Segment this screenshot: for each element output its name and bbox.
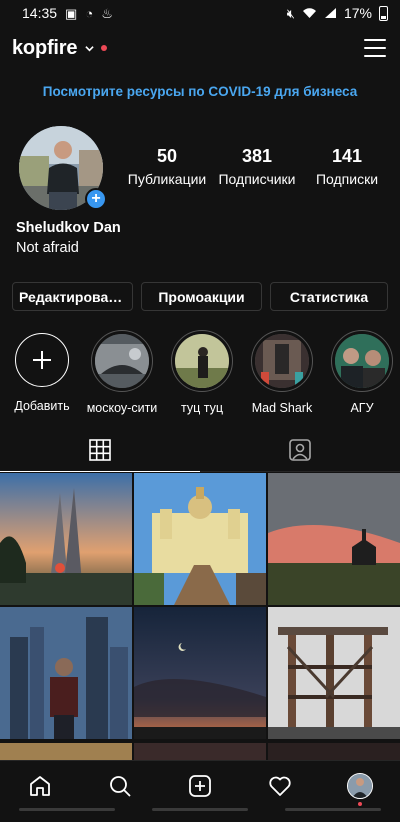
notification-dot [358,801,362,806]
posts-grid [0,473,400,739]
notification-icon: ♨ [101,5,113,21]
system-nav-bar [0,808,400,818]
new-post-icon [189,774,211,797]
highlight-cover [95,334,149,388]
insights-button[interactable]: Статистика [270,282,388,311]
tab-posts-grid[interactable] [0,428,200,472]
stat-followers-count: 381 [241,146,273,166]
nav-profile[interactable] [320,761,400,811]
image-notification-icon: ▣ [65,5,78,21]
stat-posts-label: Публикации [127,171,207,187]
edit-profile-label: Редактировать профиль [19,288,126,305]
system-nav-handle[interactable] [151,808,248,811]
tab-tagged[interactable] [200,428,400,471]
stat-posts-count: 50 [156,146,178,166]
stat-followers[interactable]: 381 Подписчики [212,146,302,187]
profile-bio: Not afraid [16,240,79,256]
highlight-item[interactable]: москоу-сити [82,330,162,415]
stat-following[interactable]: 141 Подписки [302,146,392,187]
menu-button[interactable] [364,39,386,57]
search-icon [110,775,131,797]
activity-heart-icon [269,776,291,796]
post-thumbnail[interactable] [268,743,400,760]
nav-activity[interactable] [240,761,320,811]
home-icon [30,775,50,796]
battery-percent: 17% [343,5,372,21]
profile-header: kopfire [0,30,400,66]
post-thumbnail[interactable] [0,607,132,739]
promotions-button[interactable]: Промоакции [141,282,262,311]
add-story-plus-icon[interactable]: + [85,188,107,210]
stat-followers-label: Подписчики [218,171,296,187]
grid-icon [89,438,111,461]
highlight-label: Mad Shark [251,401,313,415]
system-nav-handle[interactable] [18,808,115,811]
plus-icon[interactable] [15,333,69,387]
status-time: 14:35 [22,5,58,21]
account-username[interactable]: kopfire [12,37,77,60]
highlight-cover [335,334,389,388]
post-thumbnail[interactable] [0,743,132,760]
stat-following-label: Подписки [315,171,379,187]
status-bar: 14:35 ▣ ◔ ♨ 🔇︎ 17% [0,0,400,26]
story-highlights: Добавить москоу-сити туц туц Mad Shark А… [0,330,400,415]
bottom-navigation [0,760,400,810]
edit-profile-button[interactable]: Редактировать профиль [12,282,133,311]
highlight-cover [255,334,309,388]
notification-dot [101,45,108,51]
post-thumbnail[interactable] [268,473,400,605]
stat-following-count: 141 [331,146,363,166]
highlight-label: туц туц [180,401,224,415]
profile-stats: 50 Публикации 381 Подписчики 141 Подписк… [122,146,392,187]
system-nav-handle[interactable] [285,808,382,811]
menu-line [364,55,386,57]
profile-actions: Редактировать профиль Промоакции Статист… [12,282,388,311]
highlight-label: москоу-сити [86,401,158,415]
post-thumbnail[interactable] [134,743,266,760]
highlight-cover [175,334,229,388]
highlight-ring [171,330,233,392]
posts-grid-next-row [0,743,400,760]
wifi-icon [302,8,316,18]
mute-icon: 🔇︎ [286,5,295,21]
nav-new-post[interactable] [160,761,240,811]
highlight-label: АГУ [350,401,374,415]
highlight-item[interactable]: Mad Shark [242,330,322,415]
post-thumbnail[interactable] [134,607,266,739]
menu-line [364,47,386,49]
nav-search[interactable] [80,761,160,811]
post-thumbnail[interactable] [134,473,266,605]
post-thumbnail[interactable] [0,473,132,605]
stat-posts[interactable]: 50 Публикации [122,146,212,187]
highlight-add[interactable]: Добавить [2,330,82,413]
data-saver-icon: ◔ [85,5,94,21]
profile-avatar-wrap[interactable]: + [19,126,107,210]
highlight-ring [331,330,393,392]
tagged-photos-icon [289,438,311,461]
highlight-item[interactable]: АГУ [322,330,400,415]
chevron-down-icon[interactable] [85,44,94,53]
profile-display-name: Sheludkov Dan [16,220,121,236]
signal-icon [324,8,336,18]
highlight-ring [91,330,153,392]
nav-home[interactable] [0,761,80,811]
highlight-item[interactable]: туц туц [162,330,242,415]
menu-line [364,39,386,41]
covid-resources-link[interactable]: Посмотрите ресурсы по COVID-19 для бизне… [0,84,400,99]
highlight-label: Добавить [14,399,70,413]
profile-tabs [0,428,400,472]
profile-avatar [347,772,373,799]
post-thumbnail[interactable] [268,607,400,739]
highlight-ring [251,330,313,392]
battery-icon [379,5,388,21]
